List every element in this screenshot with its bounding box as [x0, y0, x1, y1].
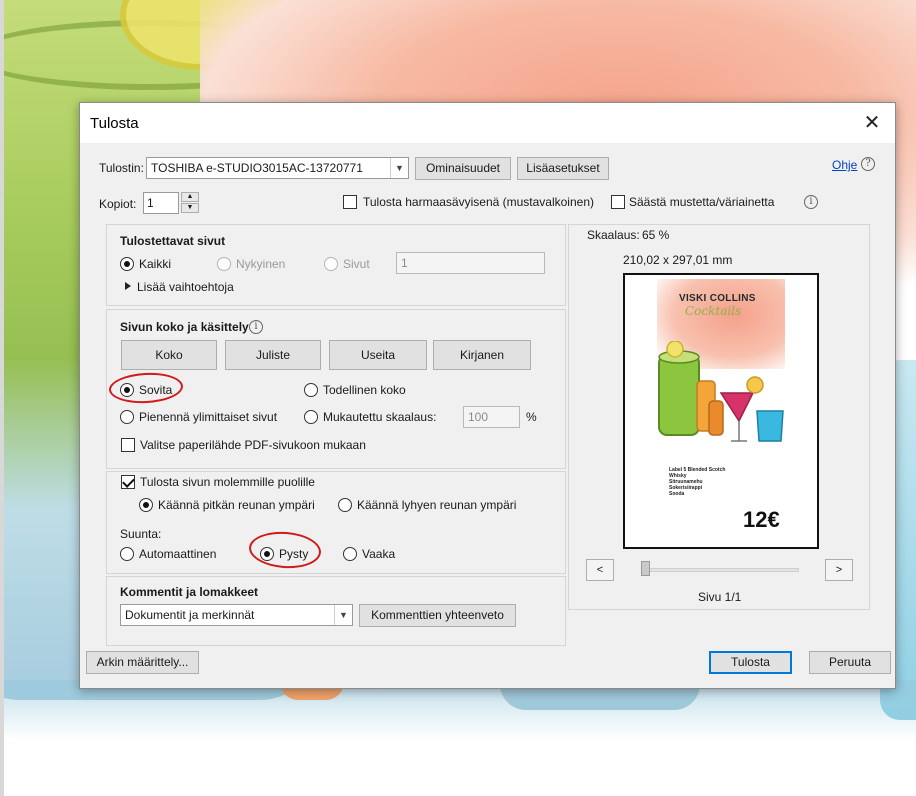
radio-all-label: Kaikki — [139, 257, 172, 271]
cocktail-glasses-icon — [658, 341, 784, 442]
radio-shrink[interactable] — [120, 410, 134, 424]
paper-source-label: Valitse paperilähde PDF-sivukoon mukaan — [140, 438, 366, 452]
radio-short-edge-label: Käännä lyhyen reunan ympäri — [357, 498, 517, 512]
save-ink-label: Säästä mustetta/väriainetta — [629, 195, 775, 209]
radio-current[interactable] — [217, 257, 231, 271]
tab-size[interactable]: Koko — [121, 340, 217, 370]
prev-page-button[interactable]: < — [586, 559, 614, 581]
scale-value: 65 % — [642, 228, 670, 242]
printer-value: TOSHIBA e-STUDIO3015AC-13720771 — [151, 161, 363, 175]
next-page-button[interactable]: > — [825, 559, 853, 581]
page-setup-button[interactable]: Arkin määrittely... — [86, 651, 199, 674]
page-slider-thumb[interactable] — [641, 561, 650, 576]
printer-settings: Tulostin: TOSHIBA e-STUDIO3015AC-1372077… — [88, 151, 891, 221]
document-thumbnail: VISKI COLLINS Cocktails Label 5 Blended … — [657, 279, 785, 543]
radio-all[interactable] — [120, 257, 134, 271]
radio-custom-scale[interactable] — [304, 410, 318, 424]
page-slider[interactable] — [643, 568, 799, 572]
comments-title: Kommentit ja lomakkeet — [120, 585, 259, 599]
chevron-down-icon: ▼ — [334, 605, 352, 625]
grayscale-checkbox[interactable] — [343, 195, 357, 209]
tab-poster[interactable]: Juliste — [225, 340, 321, 370]
comments-panel: Kommentit ja lomakkeet Dokumentit ja mer… — [106, 576, 566, 646]
custom-scale-value: 100 — [468, 410, 489, 424]
title-bar: Tulosta ✕ — [80, 103, 895, 143]
paper-source-checkbox[interactable] — [121, 438, 135, 452]
thumb-ingredients: Label 5 Blended Scotch Whisky Sitruuname… — [669, 467, 725, 497]
advanced-button[interactable]: Lisäasetukset — [517, 157, 609, 180]
radio-custom-scale-label: Mukautettu skaalaus: — [323, 410, 437, 424]
printer-select[interactable]: TOSHIBA e-STUDIO3015AC-13720771 ▼ — [146, 157, 409, 179]
radio-auto-orientation[interactable] — [120, 547, 134, 561]
print-button[interactable]: Tulosta — [709, 651, 792, 674]
scale-label: Skaalaus: — [587, 228, 640, 242]
pages-panel: Tulostettavat sivut Kaikki Nykyinen Sivu… — [106, 224, 566, 306]
page-dimensions: 210,02 x 297,01 mm — [623, 253, 733, 267]
orientation-label: Suunta: — [120, 527, 162, 541]
tab-booklet[interactable]: Kirjanen — [433, 340, 531, 370]
size-handling-title: Sivun koko ja käsittely — [120, 320, 249, 334]
expand-arrow-icon[interactable] — [125, 282, 131, 290]
radio-current-label: Nykyinen — [236, 257, 286, 271]
save-ink-checkbox[interactable] — [611, 195, 625, 209]
dialog-title: Tulosta — [90, 115, 139, 132]
duplex-orientation-panel: Tulosta sivun molemmille puolille Käännä… — [106, 471, 566, 574]
properties-button[interactable]: Ominaisuudet — [415, 157, 511, 180]
info-icon[interactable]: i — [249, 320, 263, 334]
page-indicator: Sivu 1/1 — [698, 590, 742, 604]
radio-actual-size-label: Todellinen koko — [323, 383, 406, 397]
thumb-price: 12€ — [743, 507, 780, 532]
thumb-title: VISKI COLLINS — [679, 293, 756, 304]
question-icon[interactable]: ? — [861, 157, 875, 171]
radio-landscape-label: Vaaka — [362, 547, 396, 561]
radio-shrink-label: Pienennä ylimittaiset sivut — [139, 410, 278, 424]
thumb-subtitle: Cocktails — [685, 304, 742, 318]
stepper-up-icon[interactable]: ▲ — [181, 192, 199, 202]
copies-stepper[interactable]: ▲ ▼ — [181, 192, 199, 214]
comments-select[interactable]: Dokumentit ja merkinnät ▼ — [120, 604, 353, 626]
comments-value: Dokumentit ja merkinnät — [125, 608, 255, 622]
radio-short-edge[interactable] — [338, 498, 352, 512]
duplex-label: Tulosta sivun molemmille puolille — [140, 475, 315, 489]
copies-label: Kopiot: — [99, 197, 137, 211]
info-icon[interactable]: i — [804, 195, 818, 209]
printer-label: Tulostin: — [99, 161, 144, 175]
radio-long-edge-label: Käännä pitkän reunan ympäri — [158, 498, 315, 512]
copies-value: 1 — [147, 196, 154, 210]
cancel-button[interactable]: Peruuta — [809, 651, 891, 674]
comments-summary-button[interactable]: Kommenttien yhteenveto — [359, 604, 516, 627]
close-button[interactable]: ✕ — [850, 107, 894, 139]
radio-pages[interactable] — [324, 257, 338, 271]
help-link[interactable]: Ohje — [832, 158, 857, 172]
pages-title: Tulostettavat sivut — [120, 234, 226, 248]
radio-landscape[interactable] — [343, 547, 357, 561]
thumb-ingredient: Sooda — [669, 491, 685, 497]
radio-pages-label: Sivut — [343, 257, 370, 271]
grayscale-label: Tulosta harmaasävyisenä (mustavalkoinen) — [363, 195, 594, 209]
preview-panel: Skaalaus: 65 % 210,02 x 297,01 mm VISKI … — [568, 224, 870, 610]
stepper-down-icon[interactable]: ▼ — [181, 203, 199, 213]
chevron-down-icon: ▼ — [390, 158, 408, 178]
radio-auto-orientation-label: Automaattinen — [139, 547, 217, 561]
tab-multiple[interactable]: Useita — [329, 340, 427, 370]
more-options-link[interactable]: Lisää vaihtoehtoja — [137, 280, 234, 294]
pages-range-value: 1 — [401, 256, 408, 270]
bg-left-edge — [0, 0, 4, 796]
pages-range-input[interactable]: 1 — [396, 252, 545, 274]
radio-long-edge[interactable] — [139, 498, 153, 512]
duplex-checkbox[interactable] — [121, 475, 135, 489]
radio-actual-size[interactable] — [304, 383, 318, 397]
custom-scale-input[interactable]: 100 — [463, 406, 520, 428]
percent-label: % — [526, 410, 537, 424]
print-dialog: Tulosta ✕ Tulostin: TOSHIBA e-STUDIO3015… — [79, 102, 896, 689]
page-preview: VISKI COLLINS Cocktails Label 5 Blended … — [623, 273, 819, 549]
copies-input[interactable]: 1 — [143, 192, 179, 214]
bg-bottom-art — [0, 680, 916, 740]
